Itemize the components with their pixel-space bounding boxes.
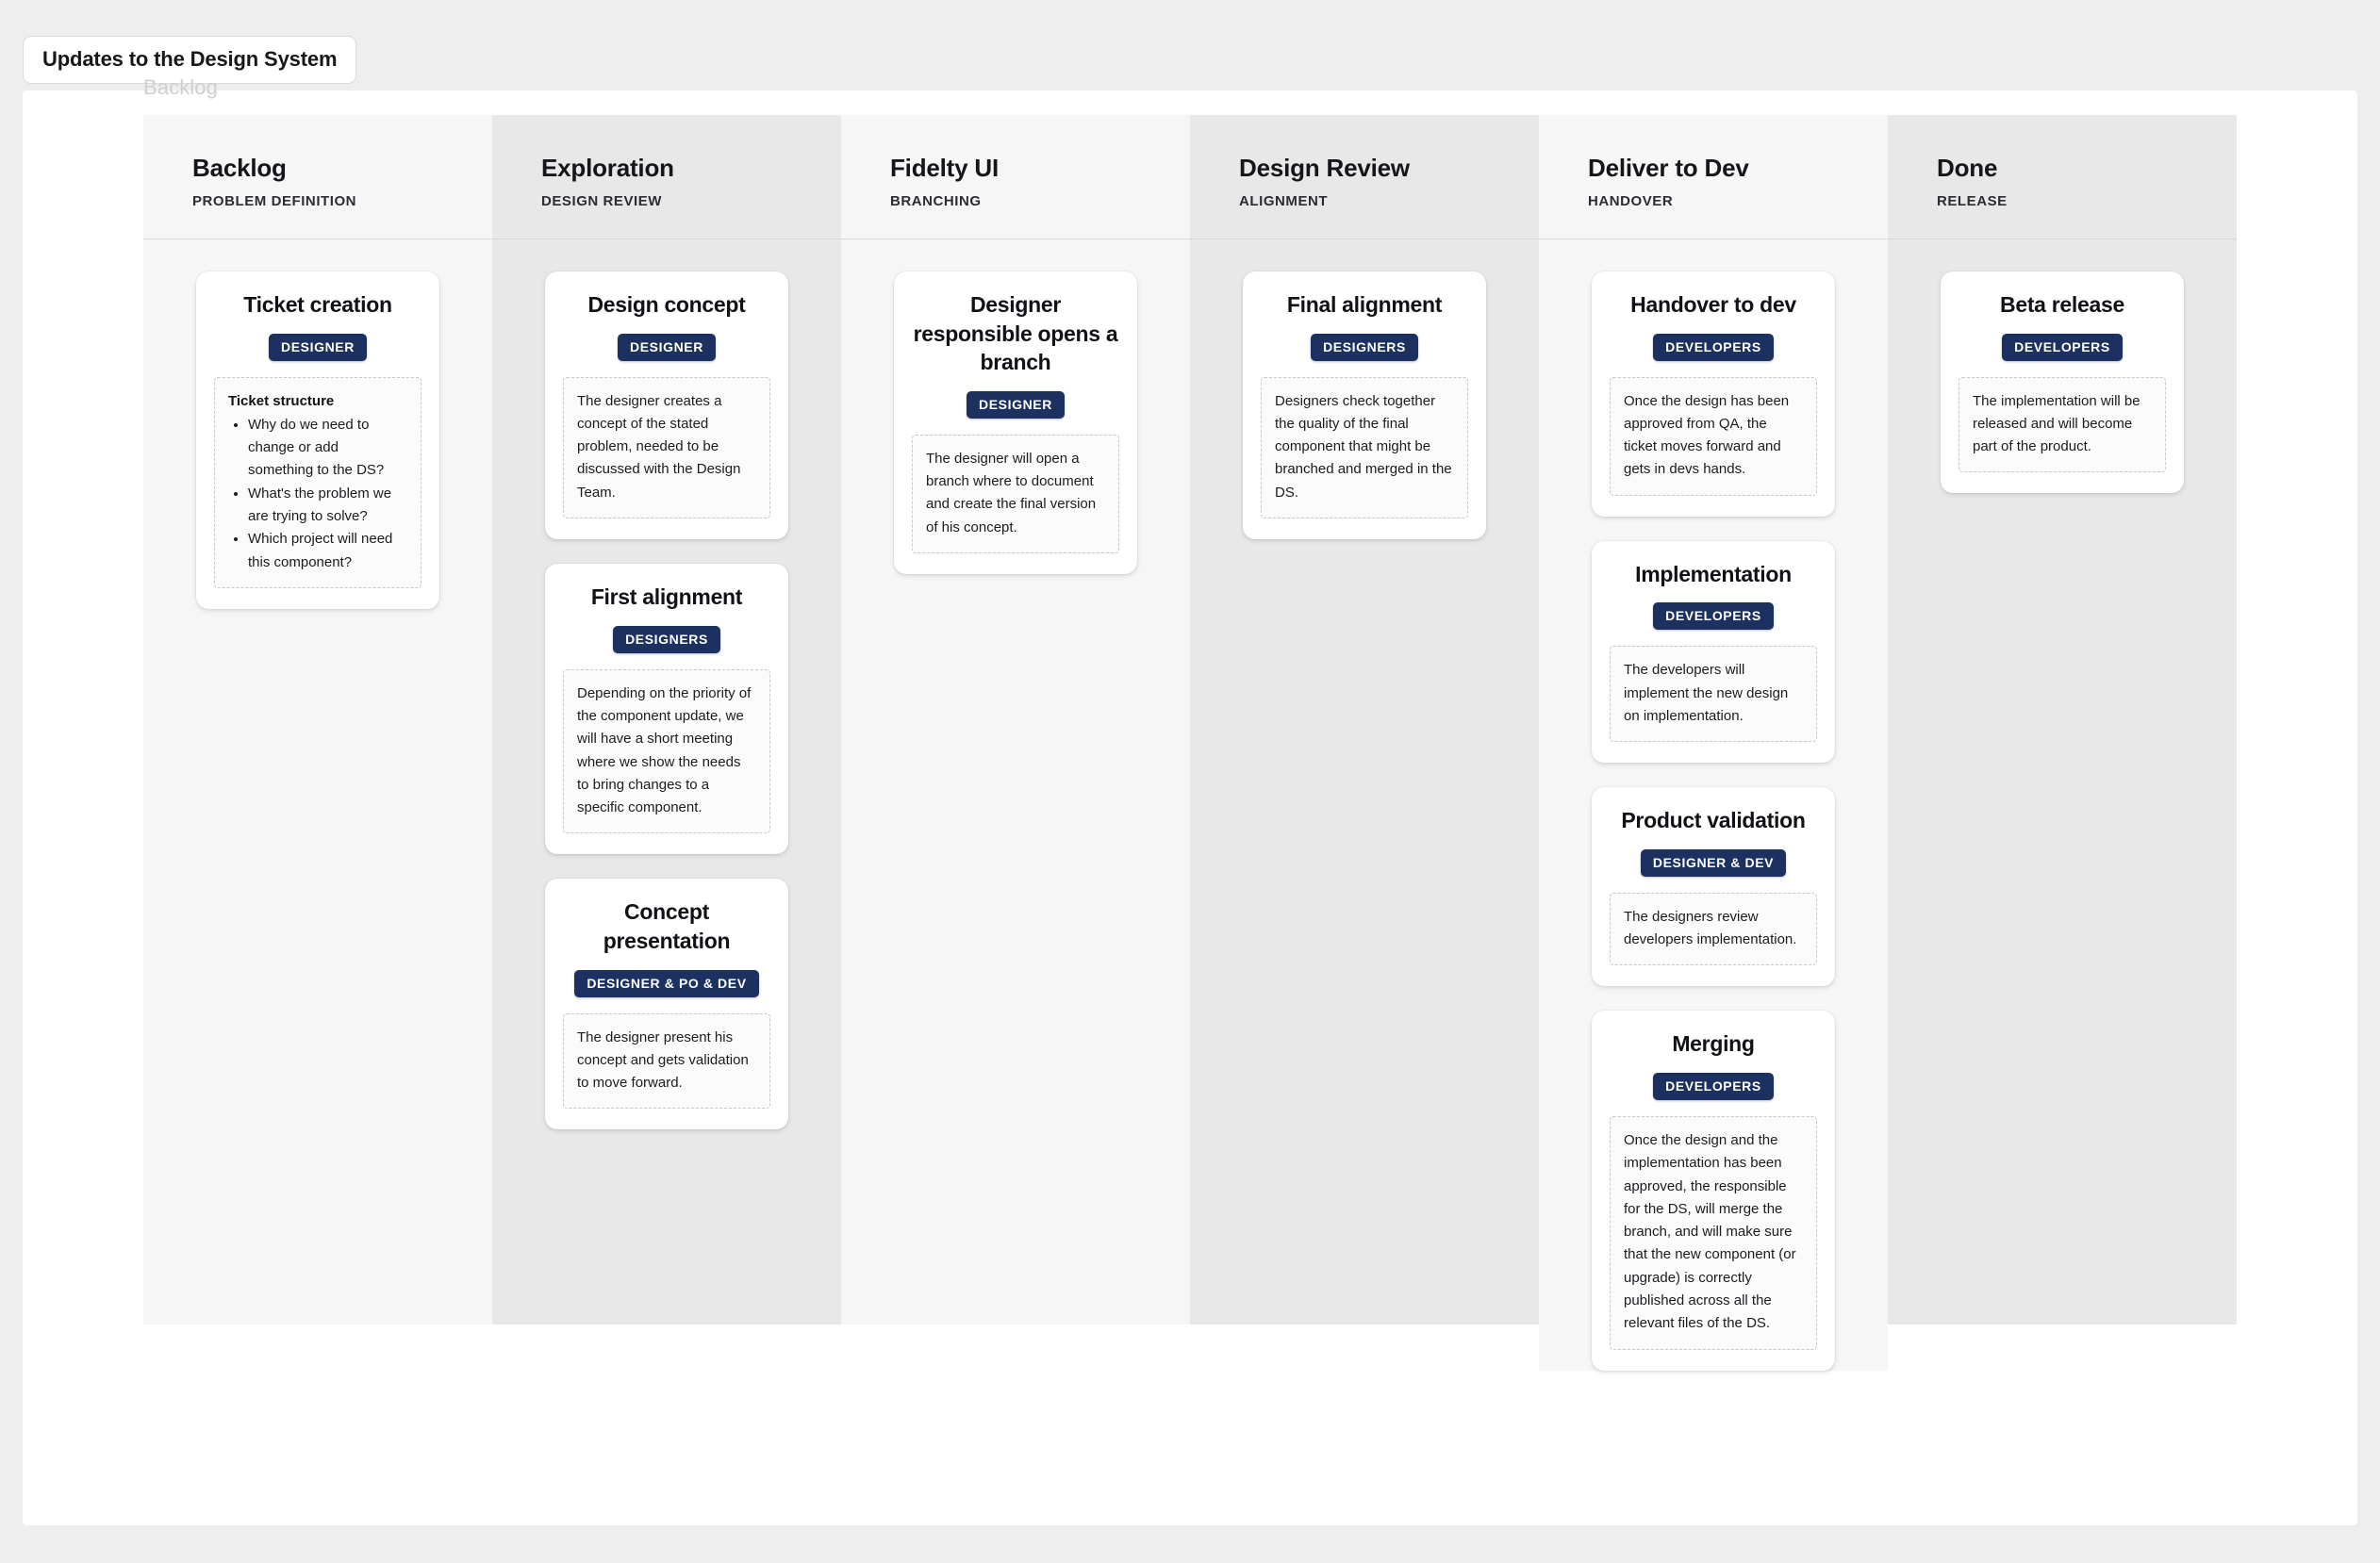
- card-role-badge: DEVELOPERS: [1653, 333, 1774, 361]
- card-title: Beta release: [2000, 292, 2124, 317]
- card-note: Ticket structure Why do we need to change…: [214, 376, 421, 588]
- column-header: Done RELEASE: [1888, 115, 2237, 239]
- kanban-card[interactable]: Designer responsible opens a branch DESIG…: [894, 271, 1137, 574]
- column-subtitle: DESIGN REVIEW: [541, 192, 662, 209]
- card-role-badge: DESIGNER & DEV: [1640, 848, 1787, 877]
- kanban-card[interactable]: First alignment DESIGNERS Depending on the…: [545, 564, 788, 855]
- column-subtitle: PROBLEM DEFINITION: [192, 192, 357, 209]
- card-note-text: The designers review developers implemen…: [1624, 908, 1797, 948]
- column-header: Design Review ALIGNMENT: [1190, 115, 1539, 239]
- card-title: First alignment: [590, 584, 743, 610]
- card-note: The designer present his concept and get…: [563, 1012, 770, 1110]
- column-title: Done: [1937, 154, 1998, 182]
- board-column-deliver-to-dev: Deliver to Dev HANDOVER Handover to dev DEV…: [1539, 115, 1888, 1371]
- card-note-text: The implementation will be released and …: [1973, 392, 2140, 455]
- column-subtitle: ALIGNMENT: [1239, 192, 1329, 209]
- kanban-board: Backlog PROBLEM DEFINITION Ticket creation…: [143, 115, 2237, 1371]
- kanban-card[interactable]: Implementation DEVELOPERS The developers w…: [1592, 540, 1835, 764]
- card-note-text: Once the design has been approved from Q…: [1624, 392, 1790, 478]
- kanban-card[interactable]: Merging DEVELOPERS Once the design and the…: [1592, 1011, 1835, 1371]
- column-header: Backlog PROBLEM DEFINITION: [143, 115, 492, 239]
- board-column-design-review: Design Review ALIGNMENT Final alignment DES…: [1190, 115, 1539, 1324]
- column-header: Fidelty UI BRANCHING: [841, 115, 1190, 239]
- kanban-card[interactable]: Design concept DESIGNER The designer creat…: [545, 271, 788, 540]
- column-card-list: Beta release DEVELOPERS The implementation…: [1888, 239, 2237, 494]
- card-note-text: The developers will implement the new de…: [1624, 662, 1789, 724]
- card-title: Product validation: [1621, 808, 1806, 833]
- board-column-backlog: Backlog PROBLEM DEFINITION Ticket creation…: [143, 115, 492, 1324]
- card-note-text: Once the design and the implementation h…: [1624, 1131, 1796, 1332]
- card-title: Merging: [1672, 1031, 1755, 1057]
- card-note: The developers will implement the new de…: [1610, 646, 1817, 743]
- card-role-badge: DESIGNERS: [613, 625, 720, 653]
- card-note-list-item: Which project will need this component?: [248, 528, 407, 574]
- column-card-list: Designer responsible opens a branch DESIG…: [841, 239, 1190, 574]
- card-title: Ticket creation: [243, 292, 392, 317]
- card-note-text: Designers check together the quality of …: [1275, 392, 1452, 501]
- column-card-list: Design concept DESIGNER The designer creat…: [492, 239, 841, 1130]
- column-card-list: Handover to dev DEVELOPERS Once the design…: [1539, 239, 1888, 1371]
- card-title: Designer responsible opens a branch: [913, 292, 1118, 375]
- card-title: Handover to dev: [1630, 292, 1796, 317]
- column-title: Design Review: [1239, 154, 1410, 182]
- column-title: Exploration: [541, 154, 674, 182]
- card-note-heading: Ticket structure: [228, 392, 335, 409]
- card-note-text: The designer creates a concept of the st…: [577, 392, 741, 501]
- card-note-list-item: Why do we need to change or add somethin…: [248, 414, 407, 483]
- column-header: Exploration DESIGN REVIEW: [492, 115, 841, 239]
- card-title: Design concept: [587, 292, 746, 317]
- card-note: The designer creates a concept of the st…: [563, 376, 770, 519]
- column-header: Deliver to Dev HANDOVER: [1539, 115, 1888, 239]
- board-column-fidelty-ui: Fidelty UI BRANCHING Designer responsible …: [841, 115, 1190, 1324]
- card-note-text: The designer will open a branch where to…: [926, 450, 1097, 535]
- column-card-list: Final alignment DESIGNERS Designers check …: [1190, 239, 1539, 540]
- card-note: Depending on the priority of the compone…: [563, 668, 770, 834]
- card-title: Concept presentation: [603, 899, 731, 953]
- card-title: Final alignment: [1286, 292, 1443, 317]
- column-card-list: Ticket creation DESIGNER Ticket structure W…: [143, 239, 492, 609]
- card-role-badge: DESIGNER: [269, 333, 367, 361]
- column-subtitle: RELEASE: [1937, 192, 2008, 209]
- card-role-badge: DESIGNERS: [1311, 333, 1418, 361]
- card-note: The designer will open a branch where to…: [912, 434, 1119, 553]
- card-note-text: Depending on the priority of the compone…: [577, 684, 752, 816]
- column-title: Deliver to Dev: [1588, 154, 1749, 182]
- board-column-exploration: Exploration DESIGN REVIEW Design concept DE…: [492, 115, 841, 1324]
- column-title: Fidelty UI: [890, 154, 1000, 182]
- card-role-badge: DESIGNER & PO & DEV: [574, 969, 759, 997]
- kanban-card[interactable]: Handover to dev DEVELOPERS Once the design…: [1592, 271, 1835, 517]
- kanban-card[interactable]: Product validation DESIGNER & DEV The desi…: [1592, 787, 1835, 987]
- card-note: Once the design and the implementation h…: [1610, 1115, 1817, 1350]
- column-subtitle: HANDOVER: [1588, 192, 1674, 209]
- kanban-card[interactable]: Final alignment DESIGNERS Designers check …: [1243, 271, 1486, 540]
- card-role-badge: DEVELOPERS: [2002, 333, 2123, 361]
- kanban-card[interactable]: Beta release DEVELOPERS The implementation…: [1941, 271, 2184, 494]
- card-note-text: The designer present his concept and get…: [577, 1028, 749, 1092]
- card-note: The implementation will be released and …: [1959, 376, 2166, 473]
- card-note-list-item: What's the problem we are trying to solv…: [248, 483, 407, 529]
- card-note: Designers check together the quality of …: [1261, 376, 1468, 519]
- card-role-badge: DEVELOPERS: [1653, 1072, 1774, 1100]
- card-role-badge: DESIGNER: [618, 333, 716, 361]
- kanban-card[interactable]: Concept presentation DESIGNER & PO & DEV T…: [545, 879, 788, 1130]
- card-note: The designers review developers implemen…: [1610, 892, 1817, 966]
- kanban-card[interactable]: Ticket creation DESIGNER Ticket structure W…: [196, 271, 439, 609]
- card-role-badge: DESIGNER: [967, 390, 1065, 419]
- card-title: Implementation: [1635, 561, 1792, 586]
- card-note-list: Why do we need to change or add somethin…: [228, 414, 407, 574]
- column-subtitle: BRANCHING: [890, 192, 982, 209]
- column-title: Backlog: [192, 154, 287, 182]
- card-role-badge: DEVELOPERS: [1653, 602, 1774, 631]
- board-label: Backlog: [143, 75, 218, 99]
- board-column-done: Done RELEASE Beta release DEVELOPERS The imp…: [1888, 115, 2237, 1324]
- card-note: Once the design has been approved from Q…: [1610, 376, 1817, 496]
